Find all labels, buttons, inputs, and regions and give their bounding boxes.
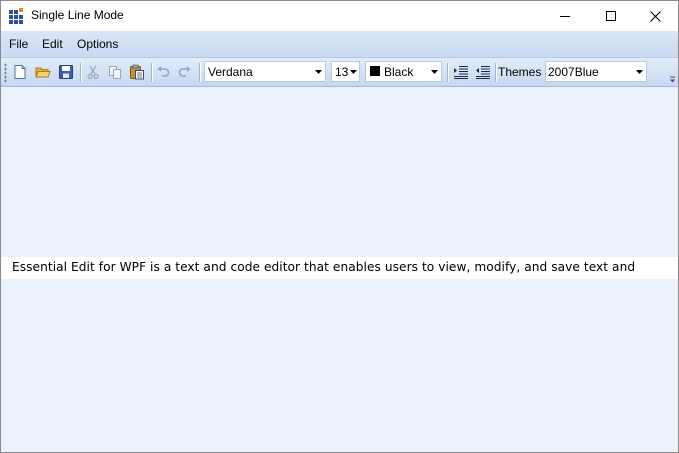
chevron-down-icon <box>350 69 357 74</box>
app-grid-icon <box>9 8 25 24</box>
redo-icon <box>178 66 191 77</box>
close-button[interactable] <box>632 1 678 31</box>
toolbar-separator <box>447 63 448 82</box>
maximize-icon <box>606 11 616 21</box>
font-color-select[interactable]: Black <box>365 61 442 82</box>
font-size-value: 13 <box>335 65 349 79</box>
toolbar-separator <box>80 63 81 82</box>
overflow-chevron-icon <box>669 76 675 83</box>
theme-dropdown-arrow[interactable] <box>632 62 646 81</box>
application-window: Single Line Mode File Edit Options Verda… <box>0 0 679 453</box>
paste-icon <box>130 64 144 80</box>
save-button[interactable] <box>56 62 76 82</box>
redo-button[interactable] <box>175 62 195 82</box>
menu-options[interactable]: Options <box>77 37 118 51</box>
undo-button[interactable] <box>153 62 173 82</box>
editor-text[interactable]: Essential Edit for WPF is a text and cod… <box>12 260 635 274</box>
font-color-value: Black <box>384 65 414 79</box>
chevron-down-icon <box>635 69 643 74</box>
chevron-down-icon <box>430 69 438 74</box>
open-folder-icon <box>35 67 51 78</box>
outdent-button[interactable] <box>473 62 493 82</box>
indent-button[interactable] <box>451 62 471 82</box>
theme-select[interactable]: 2007Blue <box>545 61 647 82</box>
theme-value: 2007Blue <box>548 65 599 79</box>
copy-icon <box>109 66 121 79</box>
toolbar-overflow-button[interactable] <box>667 63 677 83</box>
text-editor[interactable]: Essential Edit for WPF is a text and cod… <box>1 87 678 452</box>
font-family-value: Verdana <box>208 65 253 79</box>
copy-button[interactable] <box>105 62 125 82</box>
current-line[interactable]: Essential Edit for WPF is a text and cod… <box>1 257 678 279</box>
close-icon <box>649 10 661 22</box>
title-bar: Single Line Mode <box>1 1 678 31</box>
themes-label: Themes : <box>498 65 549 79</box>
cut-button[interactable] <box>83 62 103 82</box>
chevron-down-icon <box>314 69 322 74</box>
menu-file[interactable]: File <box>9 37 28 51</box>
maximize-button[interactable] <box>588 1 634 31</box>
menu-bar: File Edit Options <box>1 31 678 58</box>
minimize-button[interactable] <box>542 1 588 31</box>
font-size-select[interactable]: 13 <box>331 61 360 82</box>
toolbar-separator <box>151 63 152 82</box>
font-size-dropdown-arrow[interactable] <box>348 62 359 81</box>
color-swatch <box>370 66 380 76</box>
font-family-dropdown-arrow[interactable] <box>311 62 325 81</box>
indent-icon <box>454 66 468 79</box>
minimize-icon <box>560 16 570 17</box>
save-icon <box>59 65 73 79</box>
toolbar-grip[interactable] <box>4 63 7 82</box>
toolbar-separator <box>495 63 496 82</box>
open-button[interactable] <box>33 62 53 82</box>
new-file-icon <box>14 65 26 79</box>
paste-button[interactable] <box>127 62 147 82</box>
toolbar-separator <box>199 63 200 82</box>
font-family-select[interactable]: Verdana <box>204 61 326 82</box>
new-file-button[interactable] <box>10 62 30 82</box>
font-color-dropdown-arrow[interactable] <box>427 62 441 81</box>
outdent-icon <box>476 66 490 79</box>
menu-edit[interactable]: Edit <box>42 37 63 51</box>
undo-icon <box>157 66 170 77</box>
cut-icon <box>87 65 99 80</box>
toolbar: Verdana 13 Black Themes: 2007Blue <box>1 58 678 87</box>
window-title: Single Line Mode <box>31 8 124 22</box>
